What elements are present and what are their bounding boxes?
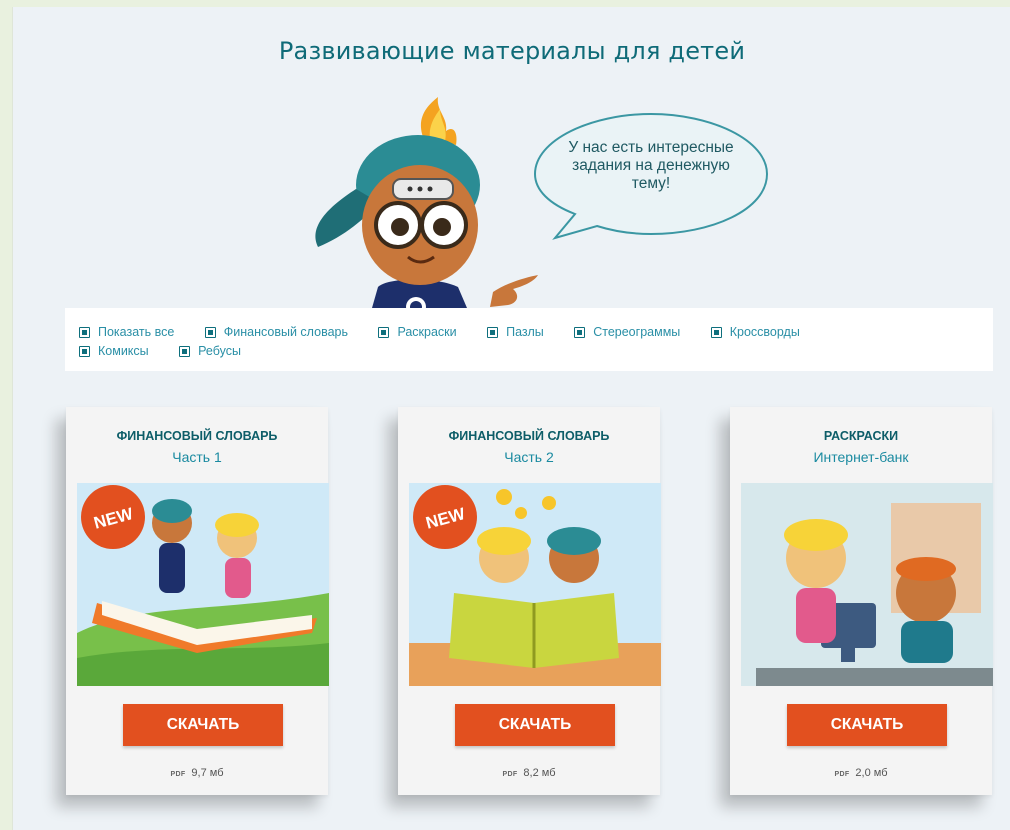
filter-stereograms[interactable]: Стереограммы [574,324,680,341]
download-button[interactable]: СКАЧАТЬ [123,704,283,746]
card-category: РАСКРАСКИ [823,429,899,443]
card-subtitle: Часть 1 [172,449,222,465]
file-size: 9,7 мб [191,767,224,779]
material-card: ФИНАНСОВЫЙ СЛОВАРЬ Часть 2 NEW СКАЧАТЬ P… [398,407,661,795]
checkbox-icon [710,327,722,338]
filter-dictionary[interactable]: Финансовый словарь [204,324,348,341]
file-info: PDF 2,0 мб [730,767,992,779]
filter-label: Показать все [98,325,175,339]
checkbox-icon [79,327,90,338]
card-image[interactable]: NEW [409,483,661,686]
file-info: PDF 8,2 мб [398,767,660,779]
checkbox-icon [179,346,191,357]
page: Развивающие материалы для детей У нас ес… [12,7,1010,830]
card-category: ФИНАНСОВЫЙ СЛОВАРЬ [448,429,610,443]
card-category: ФИНАНСОВЫЙ СЛОВАРЬ [116,429,278,443]
filter-label: Ребусы [198,344,241,358]
material-card: РАСКРАСКИ Интернет-банк СКАЧАТЬ PDF 2,0 м… [730,407,993,795]
filter-rebuses[interactable]: Ребусы [179,343,241,360]
file-size: 8,2 мб [523,767,556,779]
checkbox-icon [378,327,390,338]
checkbox-icon [574,327,586,338]
filter-comics[interactable]: Комиксы [79,343,149,360]
filter-label: Пазлы [506,325,544,339]
mascot-illustration [315,97,538,322]
filter-label: Стереограммы [593,325,681,339]
material-card: ФИНАНСОВЫЙ СЛОВАРЬ Часть 1 NEW СКАЧАТЬ P… [66,407,329,795]
checkbox-icon [487,327,499,338]
pdf-icon: PDF [502,771,518,778]
card-image[interactable]: NEW [77,483,329,686]
card-subtitle: Часть 2 [504,449,554,465]
pdf-icon: PDF [170,771,186,778]
filter-label: Финансовый словарь [223,325,348,339]
download-button[interactable]: СКАЧАТЬ [787,704,947,746]
card-subtitle: Интернет-банк [813,449,909,465]
pdf-icon: PDF [834,771,850,778]
filter-label: Комиксы [98,344,149,358]
download-button[interactable]: СКАЧАТЬ [455,704,615,746]
filter-coloring[interactable]: Раскраски [378,324,457,341]
filter-crosswords[interactable]: Кроссворды [710,324,800,341]
filter-label: Раскраски [397,325,457,339]
checkbox-icon [79,346,90,357]
page-title: Развивающие материалы для детей [278,37,746,65]
checkbox-icon [204,327,216,338]
file-size: 2,0 мб [855,767,888,779]
speech-text: У нас есть интересные задания на денежну… [568,139,734,192]
filter-label: Кроссворды [729,325,800,339]
filter-show-all[interactable]: Показать все [79,324,174,341]
file-info: PDF 9,7 мб [66,767,328,779]
filter-puzzles[interactable]: Пазлы [487,324,544,341]
card-image[interactable] [741,483,993,686]
filter-bar: Показать все Финансовый словарь Раскраск… [65,308,993,371]
